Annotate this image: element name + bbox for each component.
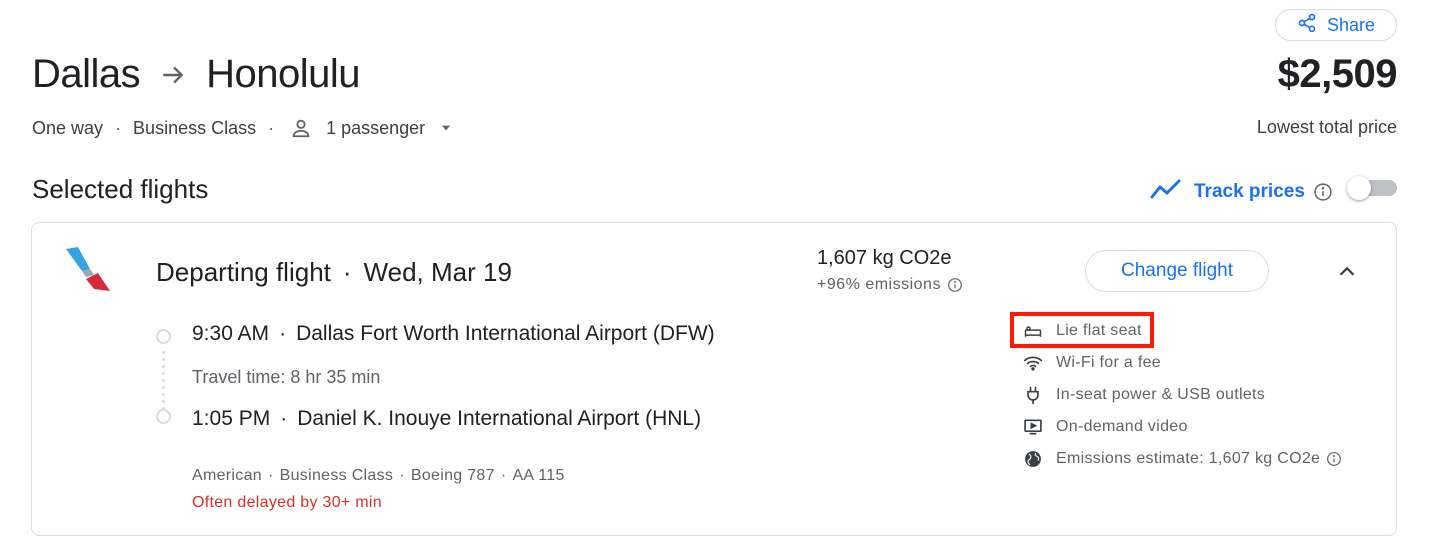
travel-time: Travel time: 8 hr 35 min — [192, 367, 381, 387]
person-icon — [290, 117, 312, 139]
flight-direction: Departing flight — [156, 257, 331, 287]
globe-icon — [1022, 448, 1044, 470]
route-title: Dallas Honolulu — [32, 52, 361, 97]
departure-node — [156, 329, 171, 344]
trip-options: One way · Business Class · 1 passenger — [32, 117, 453, 139]
cabin-class: Business Class — [133, 117, 257, 138]
cabin: Business Class — [279, 467, 394, 484]
flight-date: Wed, Mar 19 — [363, 257, 512, 287]
departure-airport: Dallas Fort Worth International Airport … — [296, 322, 715, 345]
departure-time: 9:30 AM — [192, 322, 270, 345]
flight-card: Departing flight · Wed, Mar 19 1,607 kg … — [31, 222, 1397, 536]
amenity-wifi: Wi-Fi for a fee — [1022, 347, 1342, 379]
share-button[interactable]: Share — [1275, 9, 1397, 41]
arrival-stop: 1:05 PM · Daniel K. Inouye International… — [192, 407, 701, 431]
separator-dot: · — [268, 117, 275, 138]
share-icon — [1297, 13, 1317, 38]
trend-icon — [1150, 176, 1194, 208]
info-icon[interactable] — [1313, 182, 1333, 202]
separator-dot: · — [115, 117, 122, 138]
emissions-summary: 1,607 kg CO2e +96% emissions — [817, 247, 963, 294]
delay-warning: Often delayed by 30+ min — [192, 494, 382, 511]
airline-logo — [64, 245, 116, 295]
separator-dot: · — [279, 322, 287, 345]
amenity-label: Lie flat seat — [1056, 322, 1142, 339]
amenity-lie-flat-seat: Lie flat seat — [1022, 315, 1342, 347]
origin-city: Dallas — [32, 52, 141, 96]
amenity-emissions: Emissions estimate: 1,607 kg CO2e — [1022, 443, 1342, 475]
separator-dot: · — [500, 467, 507, 484]
total-price: $2,509 — [1277, 52, 1398, 96]
amenities-list: Lie flat seat Wi-Fi for a fee In-seat po… — [1022, 315, 1342, 475]
separator-dot: · — [399, 467, 405, 484]
flight-details: American · Business Class · Boeing 787 ·… — [192, 467, 565, 485]
separator-dot: · — [267, 467, 274, 484]
wifi-icon — [1022, 352, 1044, 374]
amenity-label: Wi-Fi for a fee — [1056, 354, 1161, 371]
emissions-delta-text: +96% emissions — [817, 276, 941, 293]
selected-flights-heading: Selected flights — [32, 174, 209, 204]
itinerary-timeline — [154, 329, 174, 425]
arrival-airport: Daniel K. Inouye International Airport (… — [297, 407, 702, 430]
track-prices[interactable]: Track prices — [1150, 176, 1333, 208]
amenity-label: In-seat power & USB outlets — [1056, 386, 1266, 403]
amenity-video: On-demand video — [1022, 411, 1342, 443]
lie-flat-seat-icon — [1022, 320, 1044, 342]
info-icon[interactable] — [1326, 451, 1342, 467]
price-caption: Lowest total price — [1256, 117, 1397, 137]
chevron-down-icon[interactable] — [439, 121, 453, 135]
trip-type: One way — [32, 117, 104, 138]
amenity-label: Emissions estimate: 1,607 kg CO2e — [1056, 450, 1321, 467]
arrival-node — [156, 409, 171, 424]
emissions-amount: 1,607 kg CO2e — [817, 247, 952, 269]
emissions-delta: +96% emissions — [817, 276, 963, 294]
video-icon — [1022, 416, 1044, 438]
change-flight-button[interactable]: Change flight — [1085, 250, 1269, 292]
toggle-knob — [1347, 176, 1371, 200]
chevron-up-icon — [1339, 266, 1355, 276]
amenity-label: On-demand video — [1056, 418, 1188, 435]
aircraft: Boeing 787 — [410, 467, 495, 484]
passenger-count[interactable]: 1 passenger — [326, 118, 425, 139]
flight-number: AA 115 — [512, 467, 565, 484]
destination-city: Honolulu — [206, 52, 361, 96]
share-label: Share — [1326, 14, 1376, 35]
power-plug-icon — [1022, 384, 1044, 406]
separator-dot: · — [342, 257, 352, 287]
track-prices-toggle[interactable] — [1347, 176, 1397, 200]
collapse-button[interactable] — [1334, 259, 1360, 285]
departure-stop: 9:30 AM · Dallas Fort Worth Internationa… — [192, 322, 715, 346]
separator-dot: · — [280, 407, 288, 430]
amenity-power: In-seat power & USB outlets — [1022, 379, 1342, 411]
timeline-dotted-line — [162, 349, 165, 411]
departing-flight-title: Departing flight · Wed, Mar 19 — [156, 257, 512, 288]
airline-name: American — [192, 467, 262, 484]
info-icon[interactable] — [947, 277, 963, 293]
track-prices-label: Track prices — [1194, 181, 1305, 202]
arrival-time: 1:05 PM — [192, 407, 271, 430]
arrow-right-icon — [160, 62, 186, 88]
